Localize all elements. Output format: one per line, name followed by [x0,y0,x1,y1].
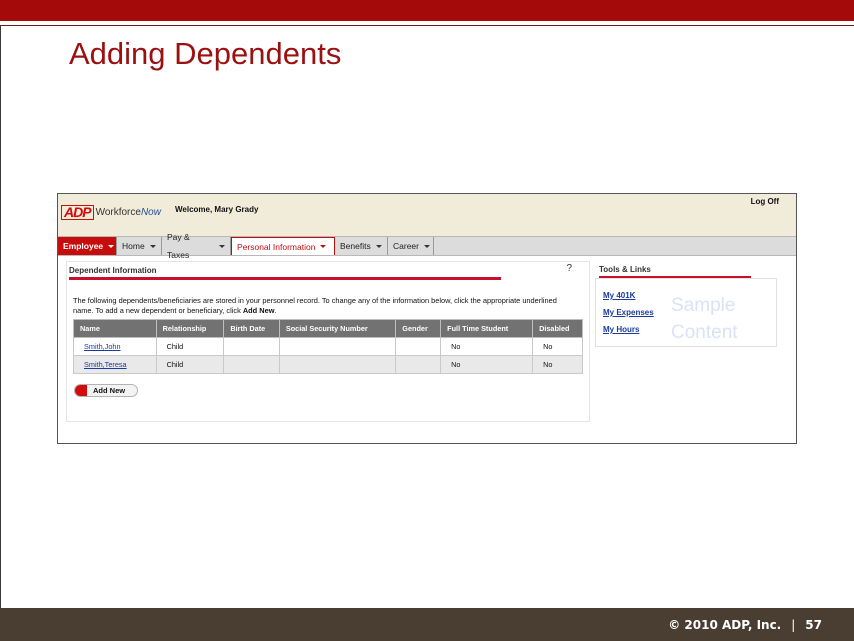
nav-career[interactable]: Career [388,237,434,255]
nav-home-label: Home [122,241,145,251]
table-row: Smith,Teresa Child No No [73,355,583,374]
column-header-gender: Gender [395,319,442,338]
add-new-button[interactable]: Add New [74,384,138,397]
nav-employee-label: Employee [63,241,104,251]
cell-name: Smith,Teresa [73,355,157,374]
chevron-down-icon [108,244,115,248]
panel-title: Dependent Information [69,266,157,275]
cell-full-time-student: No [440,337,534,356]
my-401k-link[interactable]: My 401K [603,291,635,300]
cell-ssn [278,337,397,356]
table-header-row: Name Relationship Birth Date Social Secu… [73,319,583,338]
panel-title-underline [69,277,501,280]
workforce-now-logo[interactable]: ADP Workforce Now [61,205,161,220]
watermark-line-2: Content [671,322,738,343]
nav-pay-taxes[interactable]: Pay & Taxes [162,232,231,260]
chevron-down-icon [320,245,327,248]
logo-workforce-text: Workforce [95,207,141,218]
my-hours-link[interactable]: My Hours [603,325,639,334]
help-icon[interactable]: ? [566,263,572,274]
column-header-ssn: Social Security Number [278,319,397,338]
dependent-name-link[interactable]: Smith,John [84,342,121,351]
add-new-label: Add New [93,386,126,395]
footer-text: © 2010 ADP, Inc. | 57 [668,618,822,632]
cell-relationship: Child [155,355,225,374]
column-header-full-time-student: Full Time Student [440,319,534,338]
watermark-line-1: Sample [671,295,736,316]
chevron-down-icon [149,244,156,248]
logo-now-text: Now [140,207,161,218]
adp-logo-mark: ADP [61,205,94,220]
instructions-text-bold: Add New [242,306,275,315]
cell-ssn [278,355,397,374]
slide-left-rule [0,26,1,608]
cell-gender [395,355,442,374]
nav-personal-information-label: Personal Information [237,241,316,252]
dependents-table: Name Relationship Birth Date Social Secu… [73,319,583,374]
slide-footer: © 2010 ADP, Inc. | 57 [0,608,854,641]
log-off-link[interactable]: Log Off [751,197,779,206]
footer-separator: | [791,618,796,632]
footer-copyright: © 2010 ADP, Inc. [668,618,782,632]
tools-links-box: My 401K My Expenses My Hours Sample Cont… [595,278,777,347]
page-number: 57 [805,618,822,632]
app-screenshot: ADP Workforce Now Welcome, Mary Grady Log… [57,193,797,444]
instructions-text-end: . [274,306,277,315]
chevron-down-icon [375,244,382,248]
slide-title: Adding Dependents [69,36,342,71]
cell-relationship: Child [155,337,225,356]
cell-birth-date [223,355,280,374]
instructions-text: The following dependents/beneficiaries a… [73,296,573,316]
chevron-down-icon [219,244,225,248]
nav-benefits[interactable]: Benefits [335,237,388,255]
cell-disabled: No [532,337,583,356]
cell-name: Smith,John [73,337,157,356]
button-accent-icon [75,385,87,396]
column-header-relationship: Relationship [155,319,225,338]
nav-personal-information[interactable]: Personal Information [231,237,335,255]
dependent-name-link[interactable]: Smith,Teresa [84,360,127,369]
sample-content-watermark: Sample Content [671,292,738,346]
cell-disabled: No [532,355,583,374]
cell-birth-date [223,337,280,356]
nav-employee[interactable]: Employee [58,237,117,255]
tools-links-panel: Tools & Links My 401K My Expenses My Hou… [595,261,777,347]
nav-pay-taxes-label: Pay & Taxes [167,232,190,260]
cell-gender [395,337,442,356]
main-nav: Employee Home Pay & Taxes Personal Infor… [58,232,796,260]
my-expenses-link[interactable]: My Expenses [603,308,654,317]
slide-top-band [0,0,854,21]
dependent-information-panel: Dependent Information ? The following de… [66,261,590,422]
column-header-name: Name [73,319,157,338]
chevron-down-icon [423,244,430,248]
instructions-text-main: The following dependents/beneficiaries a… [73,296,557,315]
table-row: Smith,John Child No No [73,337,583,356]
tools-title: Tools & Links [599,265,651,274]
welcome-message: Welcome, Mary Grady [175,205,259,214]
nav-home[interactable]: Home [117,237,162,255]
cell-full-time-student: No [440,355,534,374]
column-header-birth-date: Birth Date [223,319,280,338]
nav-career-label: Career [393,241,419,251]
slide-top-rule [0,25,854,26]
column-header-disabled: Disabled [532,319,583,338]
nav-benefits-label: Benefits [340,241,371,251]
